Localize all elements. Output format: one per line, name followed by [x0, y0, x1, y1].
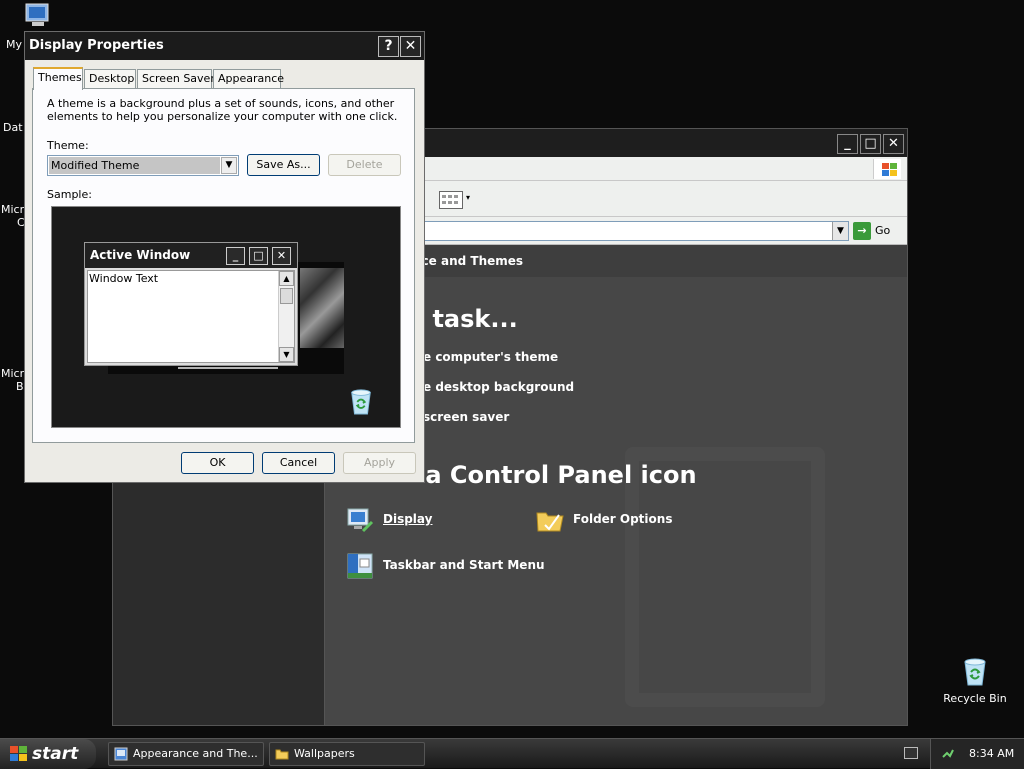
sample-window-title: Active Window [90, 248, 191, 262]
address-input[interactable]: ▼ [413, 221, 849, 241]
tab-screen-saver[interactable]: Screen Saver [137, 69, 215, 89]
sample-window-text: Window Text [89, 272, 159, 285]
windows-logo-icon [873, 159, 901, 179]
start-label: start [32, 744, 79, 764]
minimize-icon: _ [844, 136, 851, 151]
windows-logo-icon [10, 746, 28, 762]
recycle-bin-icon [348, 387, 374, 415]
scroll-up-icon: ▲ [279, 271, 294, 286]
go-label: Go [875, 224, 891, 237]
control-panel-icon-folder-options[interactable]: Folder Options [535, 503, 672, 535]
display-label: Display [383, 512, 433, 526]
delete-button[interactable]: Delete [328, 154, 401, 176]
system-tray: 8:34 AM [930, 739, 1024, 769]
taskbar-start-menu-label: Taskbar and Start Menu [383, 558, 545, 572]
folder-icon [275, 747, 289, 761]
minimize-button[interactable]: _ [837, 134, 858, 154]
taskbar: start Appearance and The... Wallpapers 8… [0, 738, 1024, 769]
ok-button[interactable]: OK [181, 452, 254, 474]
desktop-icon-label[interactable]: Dat [3, 121, 23, 134]
taskbar-button-wallpapers[interactable]: Wallpapers [269, 742, 425, 766]
desktop-icon-label[interactable]: B [16, 380, 24, 393]
dialog-titlebar[interactable]: Display Properties ? ✕ [25, 32, 424, 60]
task-link-theme[interactable]: e computer's theme [423, 350, 558, 364]
views-dropdown-icon[interactable]: ▾ [466, 193, 470, 202]
wallpaper-signature [178, 367, 278, 373]
scroll-thumb [280, 288, 293, 304]
dialog-title: Display Properties [29, 38, 164, 53]
go-button[interactable]: → Go [853, 221, 890, 241]
clock[interactable]: 8:34 AM [969, 739, 1014, 769]
wallpaper-art [300, 268, 344, 348]
desktop-icon-recycle-bin[interactable]: Recycle Bin [940, 656, 1010, 705]
sample-label: Sample: [47, 188, 92, 201]
views-button[interactable] [439, 191, 463, 209]
scroll-down-icon: ▼ [279, 347, 294, 362]
theme-description: A theme is a background plus a set of so… [47, 97, 398, 123]
display-properties-dialog[interactable]: Display Properties ? ✕ Themes Desktop Sc… [24, 31, 425, 483]
close-icon: ✕ [272, 247, 291, 265]
desktop-icon-my-computer[interactable] [22, 2, 54, 32]
desktop-icon-label[interactable]: Micr [1, 367, 24, 380]
theme-label: Theme: [47, 139, 89, 152]
help-icon: ? [384, 38, 393, 54]
theme-dropdown-button[interactable]: ▼ [221, 157, 237, 174]
task-link-background[interactable]: e desktop background [423, 380, 574, 394]
folder-options-icon [535, 505, 565, 535]
maximize-button[interactable]: □ [860, 134, 881, 154]
network-icon[interactable] [941, 747, 955, 761]
tab-desktop[interactable]: Desktop [84, 69, 136, 89]
category-title: nce and Themes [413, 254, 524, 268]
taskbar-button-appearance[interactable]: Appearance and The... [108, 742, 264, 766]
themes-tab-page: A theme is a background plus a set of so… [32, 88, 415, 443]
theme-sample-preview: Active Window _ □ ✕ Window Text ▲ ▼ [51, 206, 401, 428]
my-computer-icon [25, 3, 49, 26]
sample-scrollbar: ▲ ▼ [278, 271, 294, 362]
desktop-icon-label[interactable]: My [6, 38, 22, 51]
minimize-icon: _ [226, 247, 245, 265]
go-arrow-icon: → [853, 222, 871, 240]
close-icon: ✕ [404, 38, 417, 54]
control-panel-icon [114, 747, 128, 761]
recycle-bin-icon [961, 656, 989, 686]
chevron-down-icon: ▼ [225, 160, 233, 170]
apply-button[interactable]: Apply [343, 452, 416, 474]
close-icon: ✕ [888, 136, 899, 151]
sample-window-titlebar: Active Window _ □ ✕ [85, 243, 297, 268]
sample-window-body: Window Text ▲ ▼ [87, 270, 295, 363]
address-dropdown-button[interactable]: ▼ [832, 222, 848, 240]
views-icon [442, 195, 458, 204]
help-button[interactable]: ? [378, 36, 399, 57]
recycle-bin-label: Recycle Bin [943, 692, 1007, 705]
taskbar-button-label: Appearance and The... [133, 747, 258, 760]
taskbar-button-label: Wallpapers [294, 747, 355, 760]
tab-appearance[interactable]: Appearance [213, 69, 284, 89]
control-panel-icon-taskbar[interactable]: Taskbar and Start Menu [345, 549, 545, 581]
cancel-button[interactable]: Cancel [262, 452, 335, 474]
maximize-icon: □ [864, 136, 877, 151]
pick-icon-heading: k a Control Panel icon [401, 461, 697, 489]
sample-active-window: Active Window _ □ ✕ Window Text ▲ ▼ [84, 242, 298, 366]
folder-options-label: Folder Options [573, 512, 673, 526]
save-as-button[interactable]: Save As... [247, 154, 320, 176]
theme-select-value: Modified Theme [49, 157, 220, 174]
tab-themes[interactable]: Themes [33, 67, 83, 90]
maximize-icon: □ [249, 247, 268, 265]
chevron-down-icon: ▼ [837, 226, 844, 236]
keyboard-icon[interactable] [904, 747, 918, 759]
task-link-screensaver[interactable]: screen saver [423, 410, 509, 424]
theme-select[interactable]: Modified Theme ▼ [47, 155, 239, 176]
taskbar-start-menu-icon [345, 551, 375, 581]
start-button[interactable]: start [0, 739, 96, 769]
display-icon [345, 505, 375, 535]
control-panel-icon-display[interactable]: Display [345, 503, 432, 535]
dialog-close-button[interactable]: ✕ [400, 36, 421, 57]
close-button[interactable]: ✕ [883, 134, 904, 154]
